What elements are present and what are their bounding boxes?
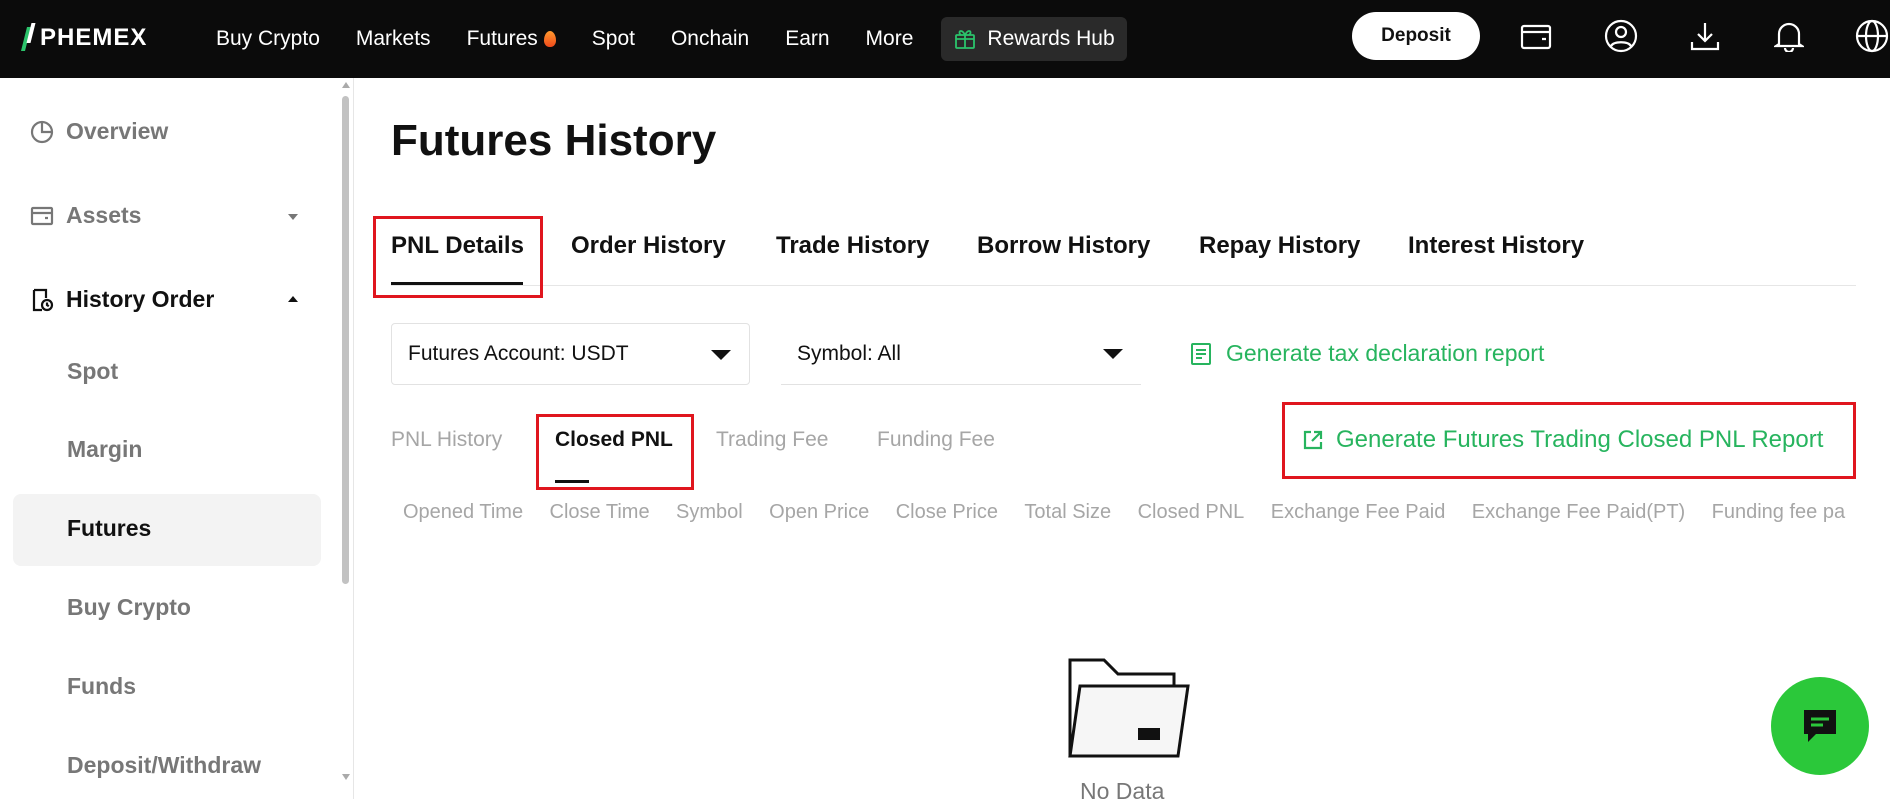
nav-onchain[interactable]: Onchain [671,27,749,51]
column-opened-time: Opened Time [403,501,524,523]
page-title: Futures History [391,116,717,165]
sidebar-sub-spot[interactable]: Spot [67,358,118,385]
column-symbol: Symbol [676,501,743,523]
wallet-icon [30,204,54,228]
sidebar-item-history-order[interactable]: History Order [30,286,214,313]
nav-earn[interactable]: Earn [785,27,829,51]
column-exchange-fee-paid-pt: Exchange Fee Paid(PT) [1471,501,1686,523]
tab-borrow-history[interactable]: Borrow History [977,232,1150,260]
phemex-logo[interactable]: PHEMEX [22,22,147,54]
sidebar-item-assets[interactable]: Assets [30,202,141,229]
nav-futures[interactable]: Futures [467,27,556,51]
sidebar-sub-margin[interactable]: Margin [67,436,142,463]
column-close-price: Close Price [895,501,998,523]
scroll-up-arrow-icon[interactable] [342,82,350,88]
globe-icon[interactable] [1854,18,1890,54]
futures-account-select[interactable]: Futures Account: USDT [391,323,750,385]
sidebar-sub-deposit-withdraw[interactable]: Deposit/Withdraw [67,752,261,779]
sidebar-item-overview[interactable]: Overview [30,118,168,145]
generate-tax-report-link[interactable]: Generate tax declaration report [1190,340,1544,367]
chat-icon [1804,710,1836,742]
gift-icon [955,30,976,49]
bell-icon[interactable] [1771,18,1807,54]
highlight-box-closed-pnl [536,414,694,490]
history-order-icon [30,288,54,312]
no-data-label: No Data [1080,778,1165,799]
column-exchange-fee-paid: Exchange Fee Paid [1270,501,1446,523]
sidebar-sub-funds[interactable]: Funds [67,673,136,700]
fire-icon [543,31,556,47]
chat-support-button[interactable] [1771,677,1869,775]
column-close-time: Close Time [549,501,650,523]
rewards-hub-button[interactable]: Rewards Hub [941,17,1127,61]
tab-repay-history[interactable]: Repay History [1199,232,1360,260]
nav-more[interactable]: More [866,27,914,51]
deposit-button[interactable]: Deposit [1352,12,1480,60]
logo-text: PHEMEX [40,24,148,51]
symbol-select[interactable]: Symbol: All [781,323,1141,385]
caret-down-icon [711,350,731,360]
history-tabs: PNL Details Order History Trade History … [391,230,1856,286]
caret-down-icon[interactable] [288,214,298,220]
top-navigation-bar: PHEMEX Buy Crypto Markets Futures Spot O… [0,0,1890,78]
main-nav: Buy Crypto Markets Futures Spot Onchain … [216,0,1127,78]
document-icon [1191,342,1211,365]
download-icon[interactable] [1687,18,1723,54]
sidebar-sub-buy-crypto[interactable]: Buy Crypto [67,594,191,621]
highlight-box-report-link [1282,402,1856,479]
highlight-box-pnl-details [373,216,543,298]
tab-order-history[interactable]: Order History [571,232,726,260]
sidebar-scrollbar[interactable] [342,96,349,584]
wallet-icon[interactable] [1518,18,1554,54]
subtab-funding-fee[interactable]: Funding Fee [877,428,995,452]
nav-buy-crypto[interactable]: Buy Crypto [216,27,320,51]
caret-down-icon [1103,349,1123,359]
empty-folder-icon [1066,656,1190,765]
subtab-pnl-history[interactable]: PNL History [391,428,502,452]
tab-interest-history[interactable]: Interest History [1408,232,1584,260]
logo-mark-icon [22,23,34,53]
subtab-trading-fee[interactable]: Trading Fee [716,428,828,452]
column-open-price: Open Price [769,501,870,523]
table-header: Opened Time Close Time Symbol Open Price… [403,501,1863,531]
tab-trade-history[interactable]: Trade History [776,232,929,260]
column-funding-fee-paid: Funding fee pa [1711,501,1846,523]
nav-markets[interactable]: Markets [356,27,431,51]
user-icon[interactable] [1603,18,1639,54]
sidebar-active-highlight [13,494,321,566]
sidebar: Overview Assets History Order Spot Margi… [0,78,354,799]
sidebar-sub-futures[interactable]: Futures [67,515,151,542]
nav-spot[interactable]: Spot [592,27,635,51]
pie-chart-icon [30,120,54,144]
column-total-size: Total Size [1024,501,1112,523]
caret-up-icon[interactable] [288,296,298,302]
column-closed-pnl: Closed PNL [1137,501,1245,523]
scroll-down-arrow-icon[interactable] [342,774,350,780]
